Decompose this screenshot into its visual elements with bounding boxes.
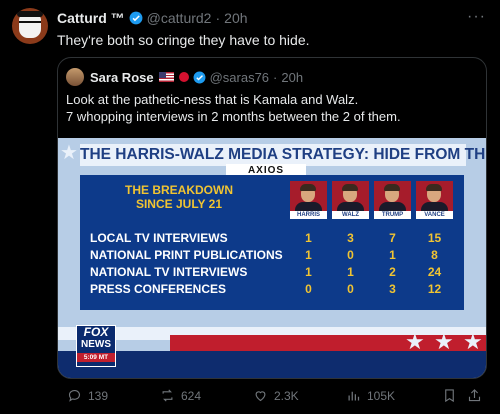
quoted-author-name[interactable]: Sara Rose	[90, 70, 154, 85]
star-decoration-icon: ★	[463, 329, 483, 354]
candidate-hair	[300, 184, 316, 191]
avatar-hat	[17, 11, 43, 17]
news-graphic-image[interactable]: ★ THE HARRIS-WALZ MEDIA STRATEGY: HIDE F…	[58, 138, 486, 378]
verified-badge-icon	[129, 11, 143, 25]
views-chart-icon	[348, 391, 360, 401]
row-value-vance: 12	[427, 282, 442, 296]
lower-third-blue-bar	[58, 351, 486, 378]
star-decoration-icon: ★	[434, 329, 454, 354]
network-logo-line-2: NEWS	[81, 339, 111, 350]
action-bar: 139 624 2.3K 105K	[57, 388, 487, 406]
row-value-harris: 1	[305, 265, 312, 279]
candidate-photo	[416, 181, 453, 211]
row-label: PRESS CONFERENCES	[90, 282, 227, 296]
tweet-time[interactable]: 20h	[224, 10, 247, 26]
author-avatar[interactable]	[12, 8, 48, 44]
quoted-author-handle[interactable]: @saras76	[210, 70, 269, 85]
row-value-trump: 1	[389, 248, 396, 262]
candidate-suit	[337, 202, 364, 211]
heart-icon	[255, 391, 266, 402]
quoted-text: Look at the pathetic-ness that is Kamala…	[66, 91, 401, 125]
author-name[interactable]: Catturd ™	[57, 10, 125, 26]
separator-dot: ·	[215, 10, 221, 26]
separator-dot: ·	[273, 69, 278, 85]
rose-icon	[178, 72, 189, 82]
row-value-walz: 3	[347, 231, 354, 245]
reply-icon	[68, 389, 81, 402]
candidate-trump: TRUMP	[374, 181, 411, 219]
candidate-photo	[374, 181, 411, 211]
candidate-walz: WALZ	[332, 181, 369, 219]
row-value-harris: 1	[305, 248, 312, 262]
quoted-time[interactable]: 20h	[281, 70, 303, 85]
candidate-suit	[379, 202, 406, 211]
row-value-vance: 8	[431, 248, 438, 262]
star-decoration-icon: ★	[60, 142, 78, 164]
row-value-trump: 7	[389, 231, 396, 245]
repost-icon	[162, 389, 173, 402]
verified-badge-icon	[193, 71, 206, 83]
views-count: 105K	[367, 388, 396, 403]
repost-button[interactable]: 624	[160, 388, 201, 403]
row-label: NATIONAL TV INTERVIEWS	[90, 265, 248, 279]
views-button[interactable]: 105K	[346, 388, 395, 403]
avatar-glasses	[19, 21, 41, 26]
quoted-text-line-1: Look at the pathetic-ness that is Kamala…	[66, 92, 359, 107]
avatar-face	[19, 14, 41, 38]
row-label: NATIONAL PRINT PUBLICATIONS	[90, 248, 283, 262]
quoted-avatar[interactable]	[66, 68, 84, 86]
us-flag-icon	[158, 72, 174, 82]
network-logo-line-1: FOX	[83, 325, 109, 339]
candidate-harris: HARRIS	[290, 181, 327, 219]
quoted-header: Sara Rose @saras76 · 20h	[66, 68, 303, 86]
like-count: 2.3K	[274, 388, 299, 403]
row-value-walz: 1	[347, 265, 354, 279]
row-value-vance: 24	[427, 265, 442, 279]
candidate-label: TRUMP	[374, 211, 411, 219]
breakdown-heading: THE BREAKDOWN SINCE JULY 21	[124, 183, 234, 211]
candidate-photo	[290, 181, 327, 211]
candidate-label: VANCE	[416, 211, 453, 219]
breakdown-panel: THE BREAKDOWN SINCE JULY 21 HARRIS WALZ TR…	[80, 175, 464, 310]
row-value-vance: 15	[427, 231, 442, 245]
quoted-text-line-2: 7 whopping interviews in 2 months betwee…	[66, 109, 401, 124]
star-decoration-icon: ★	[405, 329, 425, 354]
broadcast-clock: 5:09 MT	[77, 353, 115, 362]
more-options-icon[interactable]: ···	[467, 8, 486, 26]
candidate-suit	[421, 202, 448, 211]
row-value-walz: 0	[347, 282, 354, 296]
reply-button[interactable]: 139	[67, 388, 108, 403]
candidate-suit	[295, 202, 322, 211]
row-value-harris: 0	[305, 282, 312, 296]
candidate-photo	[332, 181, 369, 211]
row-value-trump: 2	[389, 265, 396, 279]
breakdown-line-2: SINCE JULY 21	[135, 197, 223, 211]
candidate-hair	[342, 184, 358, 191]
breakdown-line-1: THE BREAKDOWN	[125, 183, 233, 197]
bookmark-icon	[445, 389, 454, 403]
row-value-walz: 0	[347, 248, 354, 262]
graphic-banner-title: THE HARRIS-WALZ MEDIA STRATEGY: HIDE FRO…	[80, 144, 486, 166]
row-value-trump: 3	[389, 282, 396, 296]
repost-count: 624	[181, 388, 202, 403]
share-icon	[468, 389, 481, 402]
row-label: LOCAL TV INTERVIEWS	[90, 231, 228, 245]
candidate-hair	[384, 184, 400, 191]
share-button[interactable]	[467, 388, 488, 403]
candidate-vance: VANCE	[416, 181, 453, 219]
like-button[interactable]: 2.3K	[253, 388, 299, 403]
quoted-tweet[interactable]: Sara Rose @saras76 · 20h Look at the pat…	[57, 57, 487, 379]
candidate-label: HARRIS	[290, 211, 327, 219]
tweet-text: They're both so cringe they have to hide…	[57, 32, 310, 48]
row-value-harris: 1	[305, 231, 312, 245]
candidate-label: WALZ	[332, 211, 369, 219]
tweet-header: Catturd ™ @catturd2 · 20h	[57, 10, 248, 26]
reply-count: 139	[88, 388, 109, 403]
bookmark-button[interactable]	[442, 388, 463, 403]
fox-news-logo: FOX NEWS 5:09 MT	[76, 325, 116, 367]
author-handle[interactable]: @catturd2	[147, 10, 212, 26]
candidate-hair	[426, 184, 442, 191]
